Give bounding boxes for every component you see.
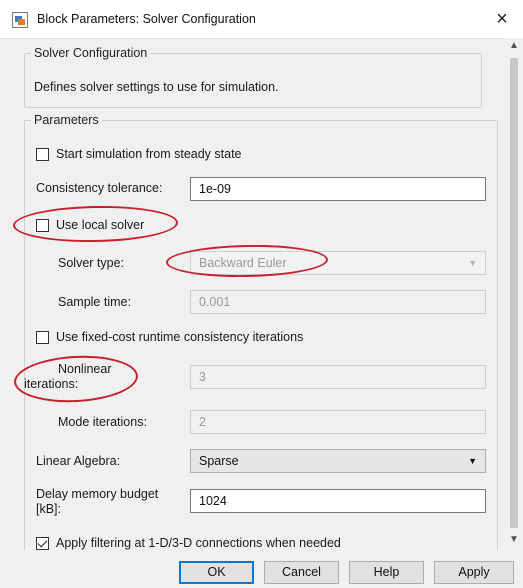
scroll-thumb[interactable]: [510, 58, 518, 528]
solver-configuration-group-title: Solver Configuration: [34, 46, 148, 60]
apply-button[interactable]: Apply: [434, 561, 514, 584]
cancel-button[interactable]: Cancel: [264, 561, 339, 584]
delay-memory-label-line2: [kB]:: [36, 502, 62, 516]
linear-algebra-dropdown[interactable]: Sparse ▼: [190, 449, 486, 473]
solver-type-label: Solver type:: [58, 256, 125, 270]
solver-configuration-group: Solver Configuration: [24, 46, 482, 108]
solver-type-dropdown[interactable]: Backward Euler ▼: [190, 251, 486, 275]
scroll-up-arrow-icon[interactable]: ▲: [505, 40, 523, 54]
simulink-block-icon: [12, 12, 28, 28]
fixed-cost-label: Use fixed-cost runtime consistency itera…: [56, 330, 304, 344]
nonlinear-iterations-label-line2: iterations:: [24, 377, 79, 391]
block-description: Defines solver settings to use for simul…: [34, 80, 279, 94]
dialog-button-bar: OK Cancel Help Apply: [0, 550, 523, 588]
start-steady-state-label: Start simulation from steady state: [56, 147, 242, 161]
mode-iterations-input[interactable]: 2: [190, 410, 486, 434]
vertical-scrollbar[interactable]: ▲ ▼: [505, 38, 523, 550]
window-title: Block Parameters: Solver Configuration: [37, 12, 256, 26]
parameters-group-title: Parameters: [34, 113, 99, 127]
consistency-tolerance-input[interactable]: 1e-09: [190, 177, 486, 201]
title-bar: Block Parameters: Solver Configuration ×: [0, 0, 523, 39]
delay-memory-label-line1: Delay memory budget: [36, 487, 159, 501]
start-steady-state-checkbox[interactable]: [36, 147, 49, 161]
fixed-cost-checkbox-row[interactable]: Use fixed-cost runtime consistency itera…: [36, 328, 303, 346]
sample-time-label: Sample time:: [58, 295, 131, 309]
sample-time-input[interactable]: 0.001: [190, 290, 486, 314]
use-local-solver-checkbox[interactable]: [36, 218, 49, 232]
use-local-solver-label: Use local solver: [56, 218, 145, 232]
scroll-down-arrow-icon[interactable]: ▼: [505, 534, 523, 548]
ok-button[interactable]: OK: [179, 561, 254, 584]
solver-type-value: Backward Euler: [199, 256, 287, 270]
linear-algebra-value: Sparse: [199, 454, 239, 468]
linear-algebra-label: Linear Algebra:: [36, 454, 121, 468]
consistency-tolerance-label: Consistency tolerance:: [36, 181, 163, 195]
chevron-down-icon: ▼: [468, 456, 477, 466]
mode-iterations-label: Mode iterations:: [58, 415, 147, 429]
chevron-down-icon: ▼: [468, 258, 477, 268]
close-icon[interactable]: ×: [489, 6, 515, 32]
apply-filtering-checkbox[interactable]: [36, 536, 49, 550]
nonlinear-iterations-label-line1: Nonlinear: [58, 362, 112, 376]
nonlinear-iterations-input[interactable]: 3: [190, 365, 486, 389]
start-steady-state-checkbox-row[interactable]: Start simulation from steady state: [36, 145, 242, 163]
apply-filtering-label: Apply filtering at 1-D/3-D connections w…: [56, 536, 341, 550]
fixed-cost-checkbox[interactable]: [36, 330, 49, 344]
use-local-solver-checkbox-row[interactable]: Use local solver: [36, 216, 144, 234]
delay-memory-input[interactable]: 1024: [190, 489, 486, 513]
help-button[interactable]: Help: [349, 561, 424, 584]
